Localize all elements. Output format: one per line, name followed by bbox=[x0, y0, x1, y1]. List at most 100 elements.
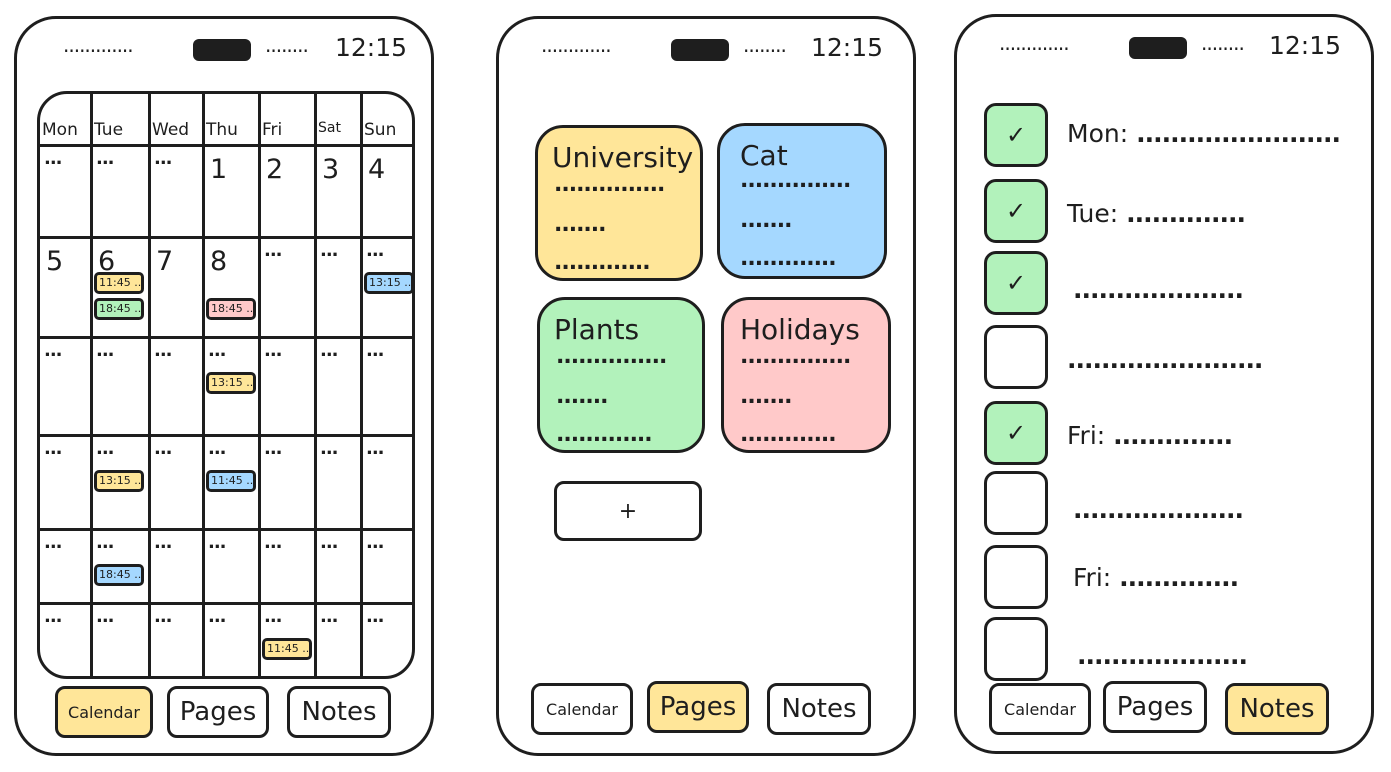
tab-calendar[interactable]: Calendar bbox=[55, 686, 153, 738]
note-checkbox[interactable]: ✓ bbox=[984, 401, 1048, 465]
tab-calendar[interactable]: Calendar bbox=[531, 683, 633, 735]
note-checkbox[interactable] bbox=[984, 325, 1048, 389]
camera-notch bbox=[193, 39, 251, 61]
note-text: Fri: .............. bbox=[1067, 421, 1233, 451]
day-placeholder[interactable]: ... bbox=[264, 342, 282, 360]
day-placeholder[interactable]: ... bbox=[366, 440, 384, 458]
tab-pages[interactable]: Pages bbox=[167, 686, 269, 738]
day-placeholder[interactable]: ... bbox=[96, 440, 114, 458]
calendar-event[interactable]: 13:15 .. bbox=[206, 372, 256, 394]
day-placeholder[interactable]: ... bbox=[44, 440, 62, 458]
day-placeholder[interactable]: ... bbox=[264, 608, 282, 626]
page-card-line: ............... bbox=[740, 344, 851, 369]
calendar-event[interactable]: 13:15 .. bbox=[94, 470, 144, 492]
add-page-button[interactable]: + bbox=[554, 481, 702, 541]
note-dots: ....................... bbox=[1067, 345, 1263, 374]
page-card-line: ....... bbox=[740, 208, 793, 233]
day-placeholder[interactable]: ... bbox=[44, 150, 62, 168]
status-time: 12:15 bbox=[335, 33, 408, 62]
note-checkbox[interactable] bbox=[984, 545, 1048, 609]
day-number[interactable]: 8 bbox=[210, 248, 227, 275]
status-dots-left: ............. bbox=[63, 33, 134, 57]
note-label: Fri: bbox=[1067, 421, 1106, 450]
day-placeholder[interactable]: ... bbox=[208, 440, 226, 458]
day-placeholder[interactable]: ... bbox=[264, 534, 282, 552]
status-dots-right: ........ bbox=[1201, 31, 1245, 55]
status-time: 12:15 bbox=[811, 33, 884, 62]
note-checkbox[interactable] bbox=[984, 617, 1048, 681]
page-card-title: Holidays bbox=[740, 313, 860, 346]
calendar-event[interactable]: 11:45 .. bbox=[94, 272, 144, 294]
calendar-event[interactable]: 11:45 .. bbox=[262, 638, 312, 660]
grid-column-line bbox=[90, 94, 93, 676]
day-placeholder[interactable]: ... bbox=[44, 342, 62, 360]
day-placeholder[interactable]: ... bbox=[320, 534, 338, 552]
day-placeholder[interactable]: ... bbox=[320, 608, 338, 626]
day-placeholder[interactable]: ... bbox=[154, 342, 172, 360]
day-placeholder[interactable]: ... bbox=[154, 534, 172, 552]
weekday-header: Tue bbox=[94, 120, 124, 140]
day-number[interactable]: 4 bbox=[368, 156, 385, 183]
calendar-event[interactable]: 13:15 .. bbox=[364, 272, 412, 294]
page-card-university[interactable]: University ............... ....... .....… bbox=[535, 125, 703, 281]
day-number[interactable]: 2 bbox=[266, 156, 283, 183]
note-dots: .................... bbox=[1077, 641, 1248, 670]
note-checkbox[interactable]: ✓ bbox=[984, 179, 1048, 243]
grid-column-line bbox=[202, 94, 205, 676]
day-placeholder[interactable]: ... bbox=[44, 608, 62, 626]
day-placeholder[interactable]: ... bbox=[208, 534, 226, 552]
day-number[interactable]: 6 bbox=[98, 248, 115, 275]
note-text: Tue: .............. bbox=[1067, 199, 1246, 229]
camera-notch bbox=[671, 39, 729, 61]
calendar-event[interactable]: 18:45 .. bbox=[94, 564, 144, 586]
tab-pages[interactable]: Pages bbox=[1103, 681, 1207, 733]
day-placeholder[interactable]: ... bbox=[366, 242, 384, 260]
day-placeholder[interactable]: ... bbox=[264, 242, 282, 260]
day-placeholder[interactable]: ... bbox=[366, 534, 384, 552]
page-card-line: ............. bbox=[740, 422, 837, 447]
calendar-event[interactable]: 18:45 .. bbox=[206, 298, 256, 320]
day-placeholder[interactable]: ... bbox=[366, 342, 384, 360]
tab-pages-label: Pages bbox=[179, 697, 257, 727]
day-placeholder[interactable]: ... bbox=[320, 440, 338, 458]
day-placeholder[interactable]: ... bbox=[320, 242, 338, 260]
note-checkbox[interactable]: ✓ bbox=[984, 251, 1048, 315]
status-bar: ............. ........ 12:15 bbox=[17, 33, 431, 65]
page-card-line: ....... bbox=[556, 384, 609, 409]
day-placeholder[interactable]: ... bbox=[96, 342, 114, 360]
day-number[interactable]: 1 bbox=[210, 156, 227, 183]
calendar-event[interactable]: 11:45 .. bbox=[206, 470, 256, 492]
day-placeholder[interactable]: ... bbox=[154, 440, 172, 458]
day-placeholder[interactable]: ... bbox=[154, 608, 172, 626]
day-placeholder[interactable]: ... bbox=[154, 150, 172, 168]
day-number[interactable]: 3 bbox=[322, 156, 339, 183]
note-checkbox[interactable] bbox=[984, 471, 1048, 535]
page-card-cat[interactable]: Cat ............... ....... ............… bbox=[717, 123, 887, 279]
page-card-line: ....... bbox=[740, 384, 793, 409]
day-placeholder[interactable]: ... bbox=[208, 342, 226, 360]
status-dots-right: ........ bbox=[265, 33, 309, 57]
day-placeholder[interactable]: ... bbox=[96, 150, 114, 168]
day-placeholder[interactable]: ... bbox=[96, 608, 114, 626]
note-text: Mon: ........................ bbox=[1067, 119, 1341, 149]
tab-calendar[interactable]: Calendar bbox=[989, 683, 1091, 735]
note-text: .................... bbox=[1073, 495, 1244, 525]
tab-notes[interactable]: Notes bbox=[1225, 683, 1329, 735]
day-placeholder[interactable]: ... bbox=[264, 440, 282, 458]
day-placeholder[interactable]: ... bbox=[208, 608, 226, 626]
day-placeholder[interactable]: ... bbox=[44, 534, 62, 552]
day-number[interactable]: 5 bbox=[46, 248, 63, 275]
tab-notes[interactable]: Notes bbox=[287, 686, 391, 738]
day-number[interactable]: 7 bbox=[156, 248, 173, 275]
calendar-event[interactable]: 18:45 .. bbox=[94, 298, 144, 320]
note-checkbox[interactable]: ✓ bbox=[984, 103, 1048, 167]
day-placeholder[interactable]: ... bbox=[96, 534, 114, 552]
day-placeholder[interactable]: ... bbox=[366, 608, 384, 626]
page-card-line: ............. bbox=[556, 422, 653, 447]
page-card-plants[interactable]: Plants ............... ....... .........… bbox=[537, 297, 705, 453]
tab-notes[interactable]: Notes bbox=[767, 683, 871, 735]
tab-pages[interactable]: Pages bbox=[647, 681, 749, 733]
day-placeholder[interactable]: ... bbox=[320, 342, 338, 360]
grid-row-line bbox=[40, 528, 412, 531]
page-card-holidays[interactable]: Holidays ............... ....... .......… bbox=[721, 297, 891, 453]
